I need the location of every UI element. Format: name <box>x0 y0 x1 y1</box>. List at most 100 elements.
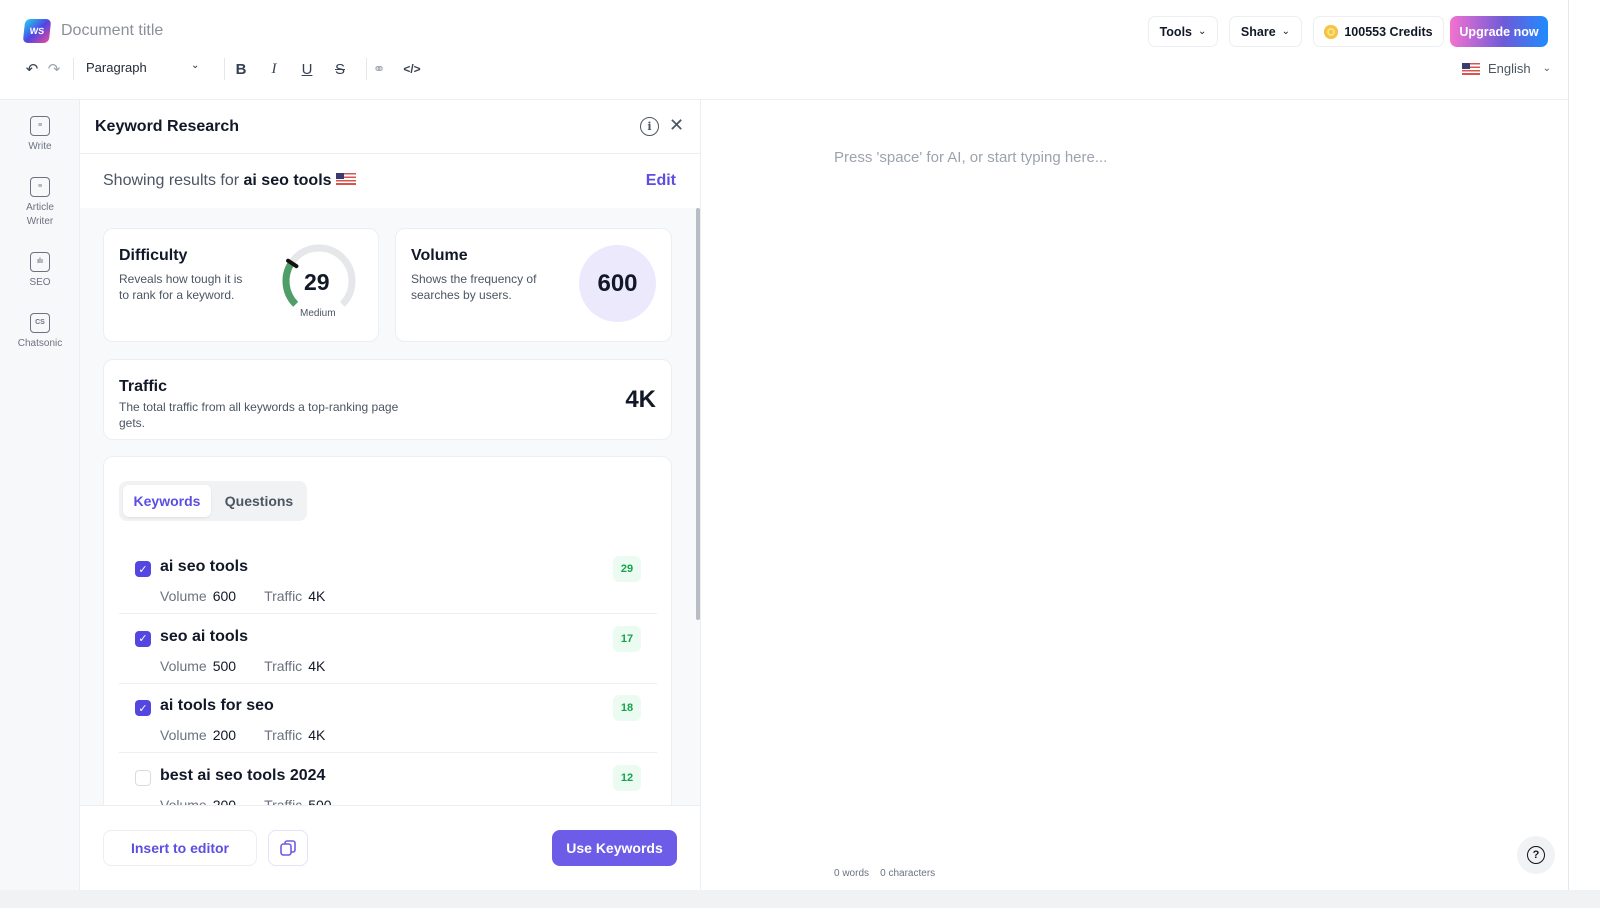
paragraph-label: Paragraph <box>86 60 147 75</box>
traffic-value: 4K <box>308 588 326 604</box>
article-icon: ≡ <box>30 177 50 197</box>
keywords-card: Keywords Questions ✓ ai seo tools Volume… <box>103 456 672 816</box>
keyword-text: ai tools for seo <box>160 697 274 714</box>
difficulty-value: 29 <box>304 269 330 295</box>
keyword-checkbox[interactable]: ✓ <box>135 561 151 577</box>
keyword-text: best ai seo tools 2024 <box>160 766 326 784</box>
us-flag-icon <box>1462 62 1480 75</box>
chatsonic-icon: CS <box>30 313 50 333</box>
copy-button[interactable] <box>268 830 308 866</box>
results-summary: Showing results for ai seo tools <box>103 172 356 190</box>
keyword-tabs: Keywords Questions <box>119 481 307 521</box>
traffic-label: Traffic <box>264 588 303 604</box>
share-button[interactable]: Share ⌄ <box>1229 16 1302 47</box>
keyword-text: seo ai tools <box>160 627 249 645</box>
bold-icon[interactable]: B <box>230 58 252 80</box>
chevron-down-icon: ⌄ <box>191 60 200 71</box>
words-count: 0 words <box>834 868 870 879</box>
difficulty-card: Difficulty Reveals how tough it is to ra… <box>103 228 379 342</box>
keyword-meta: Volume 500 Traffic 4K <box>160 658 353 674</box>
query-text: ai seo tools <box>243 172 332 189</box>
sidebar-item-chatsonic[interactable]: CS Chatsonic <box>0 313 80 351</box>
info-icon[interactable]: i <box>640 117 659 136</box>
tools-button[interactable]: Tools ⌄ <box>1148 16 1218 47</box>
volume-value: 600 <box>579 245 656 322</box>
paragraph-select[interactable]: Paragraph ⌄ <box>86 60 199 75</box>
volume-title: Volume <box>411 247 468 264</box>
link-icon[interactable]: ⚭ <box>368 58 390 80</box>
difficulty-level: Medium <box>300 308 336 319</box>
sidebar-item-article-writer[interactable]: ≡ Article Writer <box>0 177 80 229</box>
keyword-research-panel: Keyword Research i ✕ Showing results for… <box>80 100 701 890</box>
coin-icon <box>1324 24 1339 39</box>
traffic-value: 4K <box>625 386 656 413</box>
characters-count: 0 characters <box>880 868 936 879</box>
volume-label: Volume <box>160 727 207 743</box>
sidebar-item-label: Write <box>28 141 52 152</box>
sidebar-item-label: SEO <box>29 277 51 288</box>
writesonic-logo: WS <box>22 19 52 43</box>
keyword-row: ✓ seo ai tools Volume 500 Traffic 4K 17 <box>119 615 657 684</box>
traffic-label: Traffic <box>264 727 303 743</box>
panel-scrollbar[interactable] <box>696 208 700 620</box>
close-icon[interactable]: ✕ <box>669 115 684 136</box>
volume-value: 600 <box>212 588 237 604</box>
gauge-fill <box>282 260 299 307</box>
keyword-row: ✓ ai tools for seo Volume 200 Traffic 4K 18 <box>119 684 657 753</box>
volume-desc: Shows the frequency of searches by users… <box>411 272 537 302</box>
difficulty-desc: Reveals how tough it is to rank for a ke… <box>119 272 243 302</box>
tools-label: Tools <box>1159 24 1192 39</box>
seo-icon: ılı <box>30 252 50 272</box>
traffic-card: Traffic The total traffic from all keywo… <box>103 359 672 440</box>
code-icon[interactable]: </> <box>401 58 423 80</box>
write-icon: ≡ <box>30 116 50 136</box>
traffic-value: 4K <box>308 657 326 674</box>
volume-card: Volume Shows the frequency of searches b… <box>395 228 672 342</box>
language-label: English <box>1488 61 1531 76</box>
window-edge <box>1568 0 1600 908</box>
sidebar-item-label: Article Writer <box>26 202 54 227</box>
keyword-meta: Volume 600 Traffic 4K <box>160 588 353 604</box>
results-prefix: Showing results for <box>103 172 240 189</box>
top-bar: WS Document title ↶ ↷ Paragraph ⌄ B I U S … <box>0 0 1568 100</box>
keyword-row: ✓ ai seo tools Volume 600 Traffic 4K 29 <box>119 545 657 614</box>
help-button[interactable]: ? <box>1517 836 1555 874</box>
upgrade-button[interactable]: Upgrade now <box>1450 16 1548 47</box>
edit-button[interactable]: Edit <box>646 172 676 190</box>
credits-button[interactable]: 100553 Credits <box>1313 16 1444 47</box>
sidebar-item-write[interactable]: ≡ Write <box>0 116 80 154</box>
underline-icon[interactable]: U <box>296 58 318 80</box>
italic-icon[interactable]: I <box>263 58 285 80</box>
use-keywords-button[interactable]: Use Keywords <box>552 830 677 866</box>
volume-value: 200 <box>212 727 237 743</box>
keyword-checkbox[interactable]: ✓ <box>135 630 151 647</box>
language-select[interactable]: English ⌄ <box>1462 61 1551 76</box>
tab-questions[interactable]: Questions <box>215 485 303 517</box>
credits-label: 100553 Credits <box>1344 24 1433 39</box>
word-count: 0 words 0 characters <box>834 868 935 879</box>
redo-icon[interactable]: ↷ <box>43 58 65 80</box>
panel-title: Keyword Research <box>95 118 240 135</box>
keyword-checkbox[interactable] <box>135 769 151 786</box>
us-flag-icon <box>336 173 356 186</box>
traffic-value: 4K <box>308 727 326 743</box>
undo-icon[interactable]: ↶ <box>21 58 43 80</box>
share-label: Share <box>1240 24 1276 39</box>
traffic-title: Traffic <box>119 378 168 395</box>
difficulty-badge: 12 <box>613 764 641 791</box>
copy-icon <box>280 840 296 856</box>
tab-keywords[interactable]: Keywords <box>123 485 211 517</box>
difficulty-badge: 18 <box>613 695 641 721</box>
traffic-label: Traffic <box>264 657 303 674</box>
window-edge-bottom <box>0 890 1600 908</box>
document-title-input[interactable]: Document title <box>61 22 163 40</box>
keyword-checkbox[interactable]: ✓ <box>135 700 151 716</box>
sidebar-item-seo[interactable]: ılı SEO <box>0 252 80 290</box>
editor-placeholder[interactable]: Press 'space' for AI, or start typing he… <box>834 149 1107 166</box>
volume-value: 500 <box>212 657 237 674</box>
insert-to-editor-button[interactable]: Insert to editor <box>103 830 257 866</box>
keyword-meta: Volume 200 Traffic 4K <box>160 727 353 743</box>
volume-label: Volume <box>160 588 207 604</box>
chevron-down-icon: ⌄ <box>1542 63 1552 74</box>
strikethrough-icon[interactable]: S <box>329 58 351 80</box>
